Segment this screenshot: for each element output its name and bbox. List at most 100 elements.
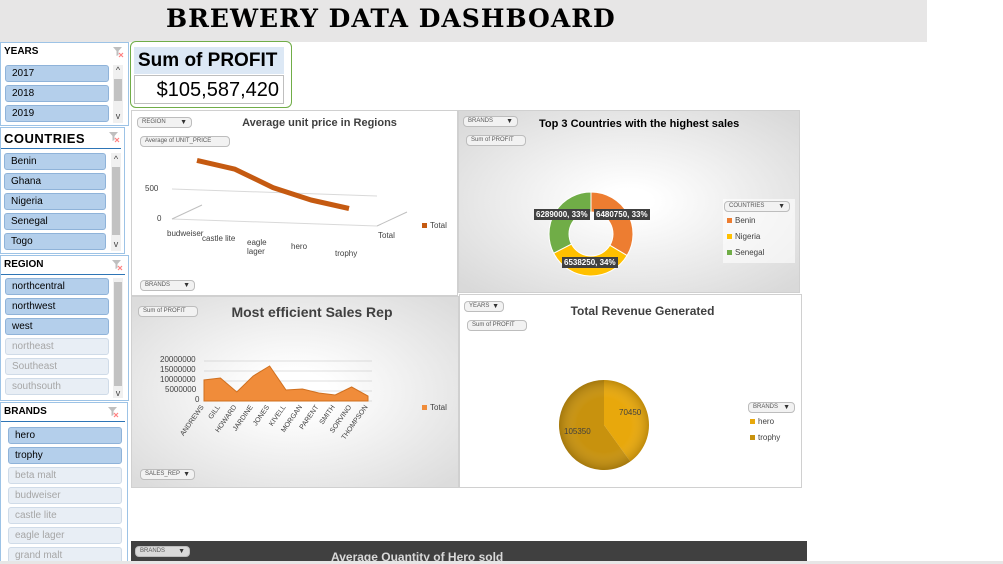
kpi-value: $105,587,420 xyxy=(134,75,284,104)
y-tick-label: 10000000 xyxy=(160,375,196,384)
legend-swatch xyxy=(422,223,427,229)
x-tick-label: budweiser xyxy=(167,229,204,238)
slicer-item-ghana[interactable]: Ghana xyxy=(4,173,106,190)
x-tick-label: trophy xyxy=(335,249,358,258)
donut-slice-senegal xyxy=(548,191,592,254)
slicer-item-southsouth[interactable]: southsouth xyxy=(5,378,109,395)
clear-filter-icon[interactable] xyxy=(107,406,119,418)
legend-hero: hero xyxy=(750,417,774,426)
countries-legend-button[interactable]: COUNTRIES ▼ xyxy=(724,201,790,212)
region-scrollbar[interactable]: v xyxy=(113,278,123,398)
slicer-item-2019[interactable]: 2019 xyxy=(5,105,109,122)
value-field-button[interactable]: Sum of PROFIT xyxy=(138,306,198,317)
scroll-thumb[interactable] xyxy=(114,79,122,101)
chart-title: Top 3 Countries with the highest sales xyxy=(539,118,740,130)
slicer-divider xyxy=(1,274,125,275)
scroll-down-icon[interactable]: v xyxy=(113,388,123,398)
slicer-item-trophy[interactable]: trophy xyxy=(8,447,122,464)
brands-slicer-header: BRANDS xyxy=(4,406,47,417)
clear-filter-icon[interactable] xyxy=(108,131,120,143)
slicer-item-northeast[interactable]: northeast xyxy=(5,338,109,355)
legend-swatch xyxy=(727,250,732,256)
slicer-item-northwest[interactable]: northwest xyxy=(5,298,109,315)
value-field-button[interactable]: Sum of PROFIT xyxy=(467,320,527,331)
pie-shading xyxy=(559,380,649,470)
countries-slicer-header: COUNTRIES xyxy=(4,131,86,146)
legend-swatch xyxy=(750,419,755,425)
x-tick-label: hero xyxy=(291,242,308,251)
dashboard-sheet: BREWERY DATA DASHBOARD YEARS 2017 2018 2… xyxy=(0,0,1003,564)
top-countries-chart[interactable]: BRANDS ▼ Sum of PROFIT Top 3 Countries wi… xyxy=(458,110,800,293)
x-tick-label: castle lite xyxy=(202,234,236,243)
clear-filter-icon[interactable] xyxy=(112,46,124,58)
legend-trophy: trophy xyxy=(750,433,780,442)
legend-swatch xyxy=(727,218,732,224)
years-slicer: YEARS 2017 2018 2019 ^ v xyxy=(0,42,129,126)
legend-swatch xyxy=(422,405,427,411)
unit-price-chart[interactable]: REGION ▼ Average of UNIT_PRICE Average un… xyxy=(131,110,458,296)
legend-total: Total xyxy=(422,221,447,230)
brands-legend-button[interactable]: BRANDS ▼ xyxy=(748,402,795,413)
legend-swatch xyxy=(750,435,755,441)
sales-rep-chart[interactable]: ANDREWS GILL HOWARD JARDINE JONES KIVELL MORGA… xyxy=(131,296,459,488)
total-revenue-chart[interactable]: YEARS ▼ Sum of PROFIT Total Revenue Gener… xyxy=(459,294,802,488)
brands-filter-button[interactable]: BRANDS ▼ xyxy=(463,116,518,127)
legend-swatch xyxy=(727,234,732,240)
slicer-item-northcentral[interactable]: northcentral xyxy=(5,278,109,295)
region-slicer: REGION northcentral northwest west north… xyxy=(0,255,129,401)
countries-scrollbar[interactable]: ^ v xyxy=(111,153,121,251)
years-filter-button[interactable]: YEARS ▼ xyxy=(464,301,504,312)
kpi-label: Sum of PROFIT xyxy=(134,47,284,74)
scroll-up-icon[interactable]: ^ xyxy=(111,154,121,164)
brands-axis-button[interactable]: BRANDS ▼ xyxy=(140,280,195,291)
legend-nigeria: Nigeria xyxy=(727,232,760,241)
legend-benin: Benin xyxy=(727,216,755,225)
slicer-item-beta-malt[interactable]: beta malt xyxy=(8,467,122,484)
y-tick-label: 0 xyxy=(195,395,200,404)
legend-senegal: Senegal xyxy=(727,248,764,257)
y-tick-label: 5000000 xyxy=(165,385,197,394)
y-tick-label: 20000000 xyxy=(160,355,196,364)
x-tick-label: eagle lager xyxy=(247,238,267,256)
slicer-item-castle-lite[interactable]: castle lite xyxy=(8,507,122,524)
series-line-total xyxy=(196,157,350,211)
chart-title: Total Revenue Generated xyxy=(570,304,715,318)
slicer-item-southeast[interactable]: Southeast xyxy=(5,358,109,375)
scroll-up-icon[interactable]: ^ xyxy=(113,65,123,75)
y-tick-label: 15000000 xyxy=(160,365,196,374)
slicer-item-2018[interactable]: 2018 xyxy=(5,85,109,102)
region-filter-button[interactable]: REGION ▼ xyxy=(137,117,192,128)
data-label-hero: 70450 xyxy=(619,408,642,417)
data-label-benin: 6480750, 33% xyxy=(594,209,650,220)
brands-slicer: BRANDS hero trophy beta malt budweiser c… xyxy=(0,402,128,564)
slicer-item-eagle-lager[interactable]: eagle lager xyxy=(8,527,122,544)
clear-filter-icon[interactable] xyxy=(111,259,123,271)
slicer-divider xyxy=(1,148,121,149)
slicer-item-benin[interactable]: Benin xyxy=(4,153,106,170)
slicer-item-togo[interactable]: Togo xyxy=(4,233,106,250)
depth-axis-label: Total xyxy=(378,231,395,240)
countries-slicer: COUNTRIES Benin Ghana Nigeria Senegal To… xyxy=(0,127,125,254)
scroll-thumb[interactable] xyxy=(112,167,120,235)
scroll-down-icon[interactable]: v xyxy=(113,111,123,121)
sales-rep-axis-button[interactable]: SALES_REP ▼ xyxy=(140,469,195,480)
data-label-trophy: 105350 xyxy=(564,427,591,436)
years-scrollbar[interactable]: ^ v xyxy=(113,65,123,123)
chart-title: Average unit price in Regions xyxy=(242,117,397,129)
legend-total: Total xyxy=(422,403,447,412)
slicer-item-west[interactable]: west xyxy=(5,318,109,335)
slicer-item-nigeria[interactable]: Nigeria xyxy=(4,193,106,210)
x-tick-label: GILL xyxy=(208,404,222,421)
dashboard-title: BREWERY DATA DASHBOARD xyxy=(166,4,616,33)
brands-filter-button[interactable]: BRANDS ▼ xyxy=(135,546,190,557)
value-field-button[interactable]: Sum of PROFIT xyxy=(466,135,526,146)
y-tick-label: 0 xyxy=(157,214,162,223)
slicer-item-hero[interactable]: hero xyxy=(8,427,122,444)
scroll-down-icon[interactable]: v xyxy=(111,239,121,249)
slicer-item-senegal[interactable]: Senegal xyxy=(4,213,106,230)
scroll-thumb[interactable] xyxy=(114,282,122,386)
value-field-button[interactable]: Average of UNIT_PRICE xyxy=(140,136,230,147)
slicer-item-2017[interactable]: 2017 xyxy=(5,65,109,82)
slicer-item-budweiser[interactable]: budweiser xyxy=(8,487,122,504)
x-tick-label: ANDREWS xyxy=(179,404,205,438)
